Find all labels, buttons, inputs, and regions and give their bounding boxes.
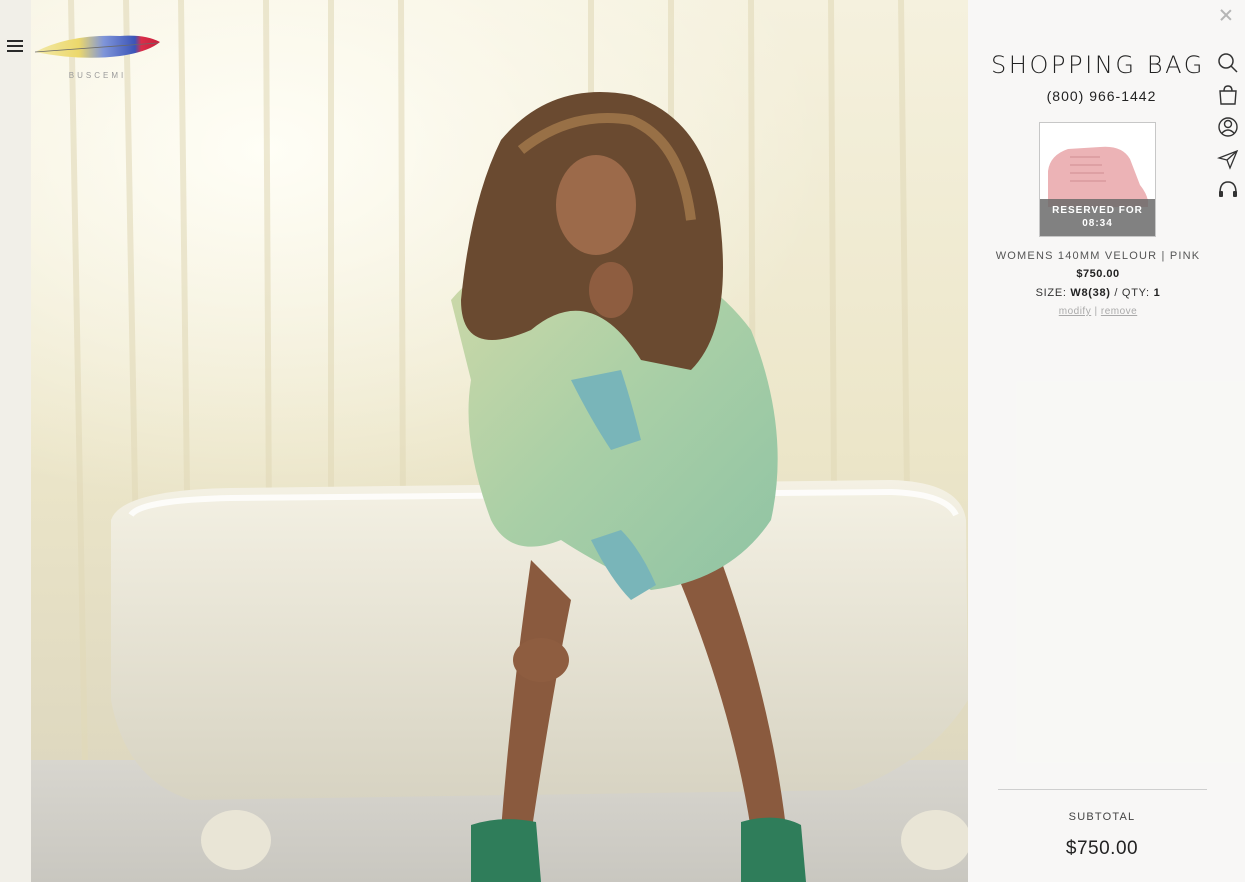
phone-number[interactable]: (800) 966-1442: [968, 88, 1235, 104]
feather-icon: [34, 35, 160, 58]
size-value: W8(38): [1070, 287, 1111, 299]
remove-link[interactable]: remove: [1101, 306, 1137, 317]
page: BUSCEMI SHOPPING BAG (800) 966-1442 RESE…: [0, 0, 1245, 882]
product-actions: modify | remove: [968, 306, 1228, 317]
hero-photo: [31, 0, 968, 882]
search-icon[interactable]: [1217, 52, 1239, 74]
product-name[interactable]: WOMENS 140MM VELOUR | PINK: [968, 250, 1228, 262]
hamburger-menu-icon[interactable]: [7, 40, 23, 52]
shopping-bag-panel: SHOPPING BAG (800) 966-1442 RESERVED FOR…: [968, 0, 1245, 882]
headphones-icon[interactable]: [1217, 178, 1239, 200]
modify-link[interactable]: modify: [1059, 306, 1091, 317]
send-icon[interactable]: [1217, 148, 1239, 170]
reserved-timer-badge: RESERVED FOR 08:34: [1040, 199, 1155, 236]
brand-logo-text: BUSCEMI: [68, 71, 127, 80]
qty-label: / QTY:: [1114, 287, 1150, 299]
subtotal-label: SUBTOTAL: [1068, 811, 1136, 823]
product-thumbnail[interactable]: RESERVED FOR 08:34: [1039, 122, 1156, 237]
action-separator: |: [1094, 306, 1098, 317]
bag-icon[interactable]: [1217, 84, 1239, 106]
shopping-bag-title: SHOPPING BAG: [991, 51, 1205, 79]
brand-logo[interactable]: BUSCEMI: [30, 26, 165, 86]
account-icon[interactable]: [1217, 116, 1239, 138]
reserved-countdown: 08:34: [1082, 218, 1113, 229]
subtotal-divider: [998, 789, 1207, 790]
left-nav-strip: [0, 0, 31, 882]
qty-value: 1: [1153, 287, 1161, 299]
reserved-label: RESERVED FOR: [1052, 205, 1143, 216]
subtotal-value: $750.00: [1065, 838, 1139, 859]
size-label: SIZE:: [1035, 287, 1067, 299]
product-size-qty: SIZE: W8(38) / QTY: 1: [968, 287, 1228, 299]
close-icon[interactable]: [1219, 8, 1233, 22]
product-price: $750.00: [1076, 268, 1120, 280]
